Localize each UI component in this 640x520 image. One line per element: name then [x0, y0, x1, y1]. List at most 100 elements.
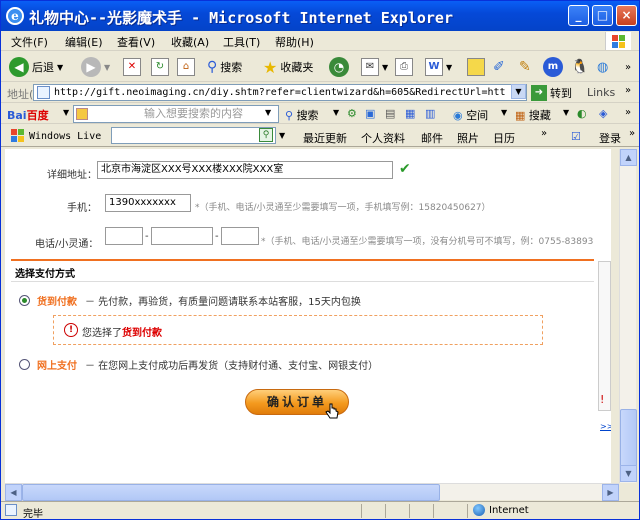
page-icon: [37, 86, 50, 99]
messenger-button[interactable]: m: [543, 56, 563, 78]
menu-edit[interactable]: 编辑(E): [65, 34, 103, 50]
favorites-button[interactable]: ★ 收藏夹: [263, 56, 313, 78]
baidu-logo-suffix: 百度: [26, 109, 49, 122]
baidu-collect-button[interactable]: ▦ 搜藏: [515, 107, 551, 123]
toolbar-extra-button[interactable]: ◍: [597, 56, 608, 78]
baidu-search-input[interactable]: 输入想要搜索的内容: [73, 105, 279, 123]
refresh-button[interactable]: ↻: [151, 56, 169, 78]
live-link-updates[interactable]: 最近更新: [303, 130, 347, 146]
baidu-logo[interactable]: Bai百度: [7, 107, 49, 123]
mail-button[interactable]: ✉ ▼: [361, 56, 388, 78]
windows-live-logo[interactable]: Windows Live: [11, 129, 101, 143]
mail-icon: ✉: [361, 58, 379, 76]
status-bar: 完毕 Internet: [1, 501, 639, 520]
live-link-calendar[interactable]: 日历: [493, 130, 515, 146]
menu-view[interactable]: 查看(V): [117, 34, 155, 50]
live-overflow-icon[interactable]: »: [541, 128, 547, 139]
space-dropdown-icon[interactable]: ▼: [501, 108, 507, 117]
maximize-button[interactable]: □: [592, 5, 613, 26]
baidu-overflow-icon[interactable]: »: [625, 107, 631, 118]
back-button[interactable]: ◀ 后退 ▼: [9, 56, 63, 78]
live-checkbox-icon[interactable]: ☑: [571, 130, 581, 143]
vertical-scroll-thumb[interactable]: [620, 409, 637, 467]
horizontal-scroll-thumb[interactable]: [22, 484, 440, 501]
scroll-left-icon[interactable]: ◀: [5, 484, 22, 501]
baidu-search-icon: ⚲: [285, 109, 297, 122]
payment-cod-radio[interactable]: [19, 295, 30, 306]
links-overflow-icon[interactable]: »: [625, 85, 631, 96]
baidu-input-dropdown-icon[interactable]: ▼: [265, 108, 271, 117]
links-button[interactable]: Links: [587, 86, 615, 99]
home-button[interactable]: ⌂: [177, 56, 195, 78]
mail-dropdown-icon[interactable]: ▼: [382, 63, 388, 72]
phone-number-field[interactable]: [151, 227, 213, 245]
baidu-tool-4-icon[interactable]: ▦: [405, 107, 415, 120]
address-dropdown-icon[interactable]: ▼: [511, 84, 526, 99]
collect-dropdown-icon[interactable]: ▼: [563, 108, 569, 117]
baidu-search-dropdown-icon[interactable]: ▼: [333, 108, 339, 117]
live-login-button[interactable]: 登录: [599, 130, 621, 146]
payment-cod-name[interactable]: 货到付款: [37, 293, 77, 308]
edit-dropdown-icon[interactable]: ▼: [446, 63, 452, 72]
address-input[interactable]: http://gift.neoimaging.cn/diy.shtm?refer…: [33, 84, 527, 101]
address-url: http://gift.neoimaging.cn/diy.shtm?refer…: [54, 87, 506, 98]
payment-online-name[interactable]: 网上支付: [37, 357, 77, 372]
scroll-down-icon[interactable]: ▼: [620, 465, 637, 482]
search-button[interactable]: ⚲ 搜索: [207, 56, 242, 78]
live-link-photos[interactable]: 照片: [457, 130, 479, 146]
back-dropdown-icon[interactable]: ▼: [57, 63, 63, 72]
live-link-profile[interactable]: 个人资料: [361, 130, 405, 146]
mobile-field[interactable]: 1390xxxxxxx: [105, 194, 191, 212]
qq-icon: 🐧: [571, 59, 589, 75]
baidu-menu-dropdown-icon[interactable]: ▼: [63, 108, 69, 117]
phone-field-label: 电话/小灵通：: [35, 239, 99, 250]
minimize-button[interactable]: _: [568, 5, 589, 26]
mobile-field-label: 手机：: [67, 203, 97, 214]
close-button[interactable]: ×: [616, 5, 637, 26]
baidu-tool-5-icon[interactable]: ▥: [425, 107, 435, 120]
live-search-icon[interactable]: ⚲: [259, 128, 273, 142]
history-button[interactable]: ◔: [329, 56, 349, 78]
baidu-tool-6-icon[interactable]: ◐: [577, 107, 587, 120]
pencil-button[interactable]: ✎: [519, 56, 531, 78]
menu-favorites[interactable]: 收藏(A): [171, 34, 209, 50]
vertical-scrollbar[interactable]: ▲ ▼: [619, 149, 637, 483]
scroll-right-icon[interactable]: ▶: [602, 484, 619, 501]
payment-online-radio[interactable]: [19, 359, 30, 370]
research-button[interactable]: ✐: [493, 56, 505, 78]
qq-button[interactable]: 🐧: [571, 56, 588, 78]
baidu-tool-1-icon[interactable]: ⚙: [347, 107, 357, 120]
phone-extension-field[interactable]: [221, 227, 259, 245]
toolbar-overflow-icon[interactable]: »: [625, 56, 631, 78]
live-link-mail[interactable]: 邮件: [421, 130, 443, 146]
address-field[interactable]: 北京市海淀区XXX号XXX楼XXX院XXX室: [97, 161, 393, 179]
standard-toolbar: ◀ 后退 ▼ ▶ ▼ ✕ ↻ ⌂ ⚲ 搜索 ★ 收藏夹 ◔ ✉ ▼ ⎙ W ▼ ✐ …: [1, 52, 639, 82]
scroll-up-icon[interactable]: ▲: [620, 149, 637, 166]
forward-arrow-icon: ▶: [81, 57, 101, 77]
live-overflow-2-icon[interactable]: »: [629, 128, 635, 139]
notes-button[interactable]: [467, 56, 485, 78]
baidu-tool-2-icon[interactable]: ▣: [365, 107, 375, 120]
horizontal-scrollbar[interactable]: ◀ ▶: [5, 483, 619, 501]
baidu-search-button[interactable]: ⚲ 搜索: [285, 107, 319, 123]
live-search-input[interactable]: [111, 127, 276, 144]
status-divider: [433, 504, 434, 518]
side-back-link[interactable]: >>返: [600, 421, 611, 432]
menu-help[interactable]: 帮助(H): [275, 34, 314, 50]
baidu-tool-3-icon[interactable]: ▤: [385, 107, 395, 120]
collect-icon: ▦: [515, 109, 529, 122]
phone-area-code-field[interactable]: [105, 227, 143, 245]
forward-button[interactable]: ▶ ▼: [81, 56, 110, 78]
live-search-dropdown-icon[interactable]: ▼: [279, 131, 285, 140]
baidu-tool-7-icon[interactable]: ◈: [599, 107, 607, 120]
print-button[interactable]: ⎙: [395, 56, 413, 78]
menu-tools[interactable]: 工具(T): [223, 34, 260, 50]
forward-dropdown-icon[interactable]: ▼: [104, 63, 110, 72]
baidu-space-button[interactable]: ◉ 空间: [453, 107, 488, 123]
menu-file[interactable]: 文件(F): [11, 34, 48, 50]
stop-button[interactable]: ✕: [123, 56, 141, 78]
title-bar[interactable]: e 礼物中心--光影魔术手 - Microsoft Internet Explo…: [1, 1, 639, 31]
go-button[interactable]: ➜ 转到: [531, 85, 572, 101]
feather-icon: ✐: [493, 59, 505, 75]
edit-button[interactable]: W ▼: [425, 56, 452, 78]
